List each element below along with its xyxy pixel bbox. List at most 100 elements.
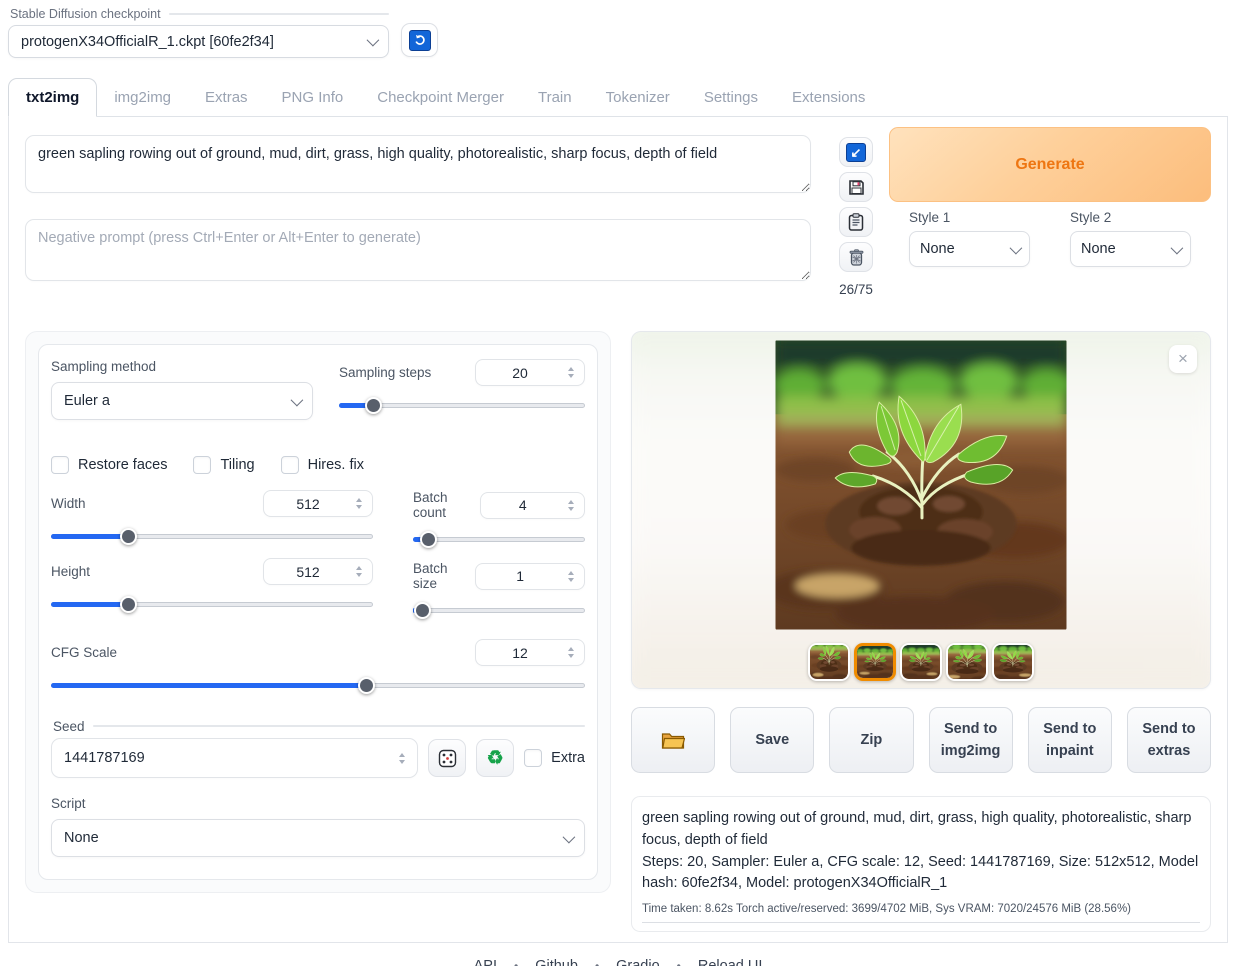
script-value: None [64, 830, 555, 846]
tab-checkpoint-merger[interactable]: Checkpoint Merger [360, 79, 521, 116]
spinner-icon[interactable] [564, 571, 578, 582]
sampling-steps-slider[interactable] [339, 397, 585, 414]
footer: API • Github • Gradio • Reload UI python… [0, 957, 1236, 966]
thumbnail-1[interactable] [808, 643, 850, 681]
floppy-disk-icon [848, 179, 865, 196]
checkpoint-group: Stable Diffusion checkpoint protogenX34O… [8, 6, 389, 58]
style2-select[interactable]: None [1070, 231, 1191, 267]
zip-button[interactable]: Zip [829, 707, 913, 773]
checkbox-icon [51, 456, 69, 474]
paste-params-button[interactable]: ↙ [839, 137, 873, 167]
send-to-img2img-button[interactable]: Send to img2img [929, 707, 1013, 773]
spinner-icon[interactable] [564, 500, 578, 511]
apply-style-button[interactable] [839, 207, 873, 237]
footer-link-gradio[interactable]: Gradio [616, 958, 660, 966]
tab-img2img[interactable]: img2img [97, 79, 188, 116]
trash-icon [849, 249, 864, 266]
save-button[interactable]: Save [730, 707, 814, 773]
batch-size-input[interactable]: 1 [475, 563, 585, 590]
dice-icon [438, 749, 457, 768]
spinner-icon[interactable] [352, 566, 366, 577]
generate-button[interactable]: Generate [889, 127, 1211, 202]
script-select[interactable]: None [51, 819, 585, 857]
output-prompt-text: green sapling rowing out of ground, mud,… [642, 808, 1200, 852]
tab-extensions[interactable]: Extensions [775, 79, 882, 116]
tab-settings[interactable]: Settings [687, 79, 775, 116]
thumbnail-4[interactable] [946, 643, 988, 681]
clear-prompt-button[interactable] [839, 242, 873, 272]
height-input[interactable]: 512 [263, 558, 373, 585]
batch-count-input[interactable]: 4 [480, 492, 585, 519]
tab-png-info[interactable]: PNG Info [265, 79, 361, 116]
batch-size-slider[interactable] [413, 602, 585, 619]
checkpoint-label: Stable Diffusion checkpoint [10, 7, 161, 21]
close-gallery-button[interactable]: × [1169, 345, 1197, 373]
prompt-column: green sapling rowing out of ground, mud,… [25, 135, 811, 297]
spinner-icon[interactable] [564, 647, 578, 658]
sampling-method-label: Sampling method [51, 359, 313, 374]
refresh-checkpoint-button[interactable] [401, 23, 438, 57]
restore-faces-checkbox[interactable]: Restore faces [51, 456, 167, 474]
cfg-scale-slider[interactable] [51, 677, 585, 694]
style2-value: None [1081, 241, 1163, 257]
style2-label: Style 2 [1070, 210, 1191, 225]
style1-select[interactable]: None [909, 231, 1030, 267]
hires-fix-checkbox[interactable]: Hires. fix [281, 456, 364, 474]
checkpoint-select[interactable]: protogenX34OfficialR_1.ckpt [60fe2f34] [8, 25, 389, 58]
generate-column: Generate Style 1 None Style 2 None [889, 127, 1211, 297]
output-column: × [631, 331, 1211, 932]
recycle-icon: ♻ [487, 749, 504, 768]
thumbnail-5[interactable] [992, 643, 1034, 681]
reuse-seed-button[interactable]: ♻ [476, 739, 514, 777]
generation-info-panel: green sapling rowing out of ground, mud,… [631, 796, 1211, 932]
gallery-actions: Save Zip Send to img2img Send to inpaint… [631, 707, 1211, 773]
random-seed-button[interactable] [428, 739, 466, 777]
image-gallery: × [631, 331, 1211, 689]
checkpoint-label-line [169, 13, 389, 15]
sampling-method-select[interactable]: Euler a [51, 382, 313, 420]
send-to-extras-button[interactable]: Send to extras [1127, 707, 1211, 773]
seed-input[interactable]: 1441787169 [51, 738, 418, 778]
footer-link-reload-ui[interactable]: Reload UI [698, 958, 762, 966]
width-input[interactable]: 512 [263, 490, 373, 517]
thumbnail-2-selected[interactable] [854, 643, 896, 681]
sampling-steps-label: Sampling steps [339, 365, 431, 380]
batch-count-slider[interactable] [413, 531, 585, 548]
spinner-icon[interactable] [395, 753, 409, 764]
thumbnail-3[interactable] [900, 643, 942, 681]
tab-bar: txt2img img2img Extras PNG Info Checkpoi… [8, 78, 1228, 117]
extra-seed-checkbox[interactable]: Extra [524, 749, 585, 767]
generated-image[interactable] [776, 340, 1067, 630]
checkbox-icon [193, 456, 211, 474]
top-bar: Stable Diffusion checkpoint protogenX34O… [0, 0, 1236, 58]
save-style-button[interactable] [839, 172, 873, 202]
prompt-tools-column: ↙ [839, 137, 873, 297]
arrow-down-left-icon: ↙ [846, 143, 866, 162]
spinner-icon[interactable] [564, 367, 578, 378]
spinner-icon[interactable] [352, 498, 366, 509]
height-label: Height [51, 564, 90, 579]
footer-link-api[interactable]: API [474, 958, 497, 966]
tab-train[interactable]: Train [521, 79, 589, 116]
footer-link-github[interactable]: Github [535, 958, 578, 966]
tiling-checkbox[interactable]: Tiling [193, 456, 254, 474]
height-slider[interactable] [51, 596, 373, 613]
tab-tokenizer[interactable]: Tokenizer [589, 79, 687, 116]
cfg-scale-input[interactable]: 12 [475, 639, 585, 666]
style1-value: None [920, 241, 1002, 257]
send-to-inpaint-button[interactable]: Send to inpaint [1028, 707, 1112, 773]
prompt-textarea[interactable]: green sapling rowing out of ground, mud,… [25, 135, 811, 193]
style1-label: Style 1 [909, 210, 1030, 225]
sampling-steps-input[interactable]: 20 [475, 359, 585, 386]
thumbnail-strip [808, 643, 1034, 681]
negative-prompt-textarea[interactable] [25, 219, 811, 281]
open-folder-button[interactable] [631, 707, 715, 773]
close-icon: × [1178, 349, 1188, 369]
width-slider[interactable] [51, 528, 373, 545]
tab-extras[interactable]: Extras [188, 79, 265, 116]
chevron-down-icon [1010, 241, 1023, 254]
tab-txt2img[interactable]: txt2img [8, 78, 97, 117]
batch-size-label: Batch size [413, 561, 475, 591]
seed-label: Seed [53, 719, 85, 734]
checkbox-icon [281, 456, 299, 474]
